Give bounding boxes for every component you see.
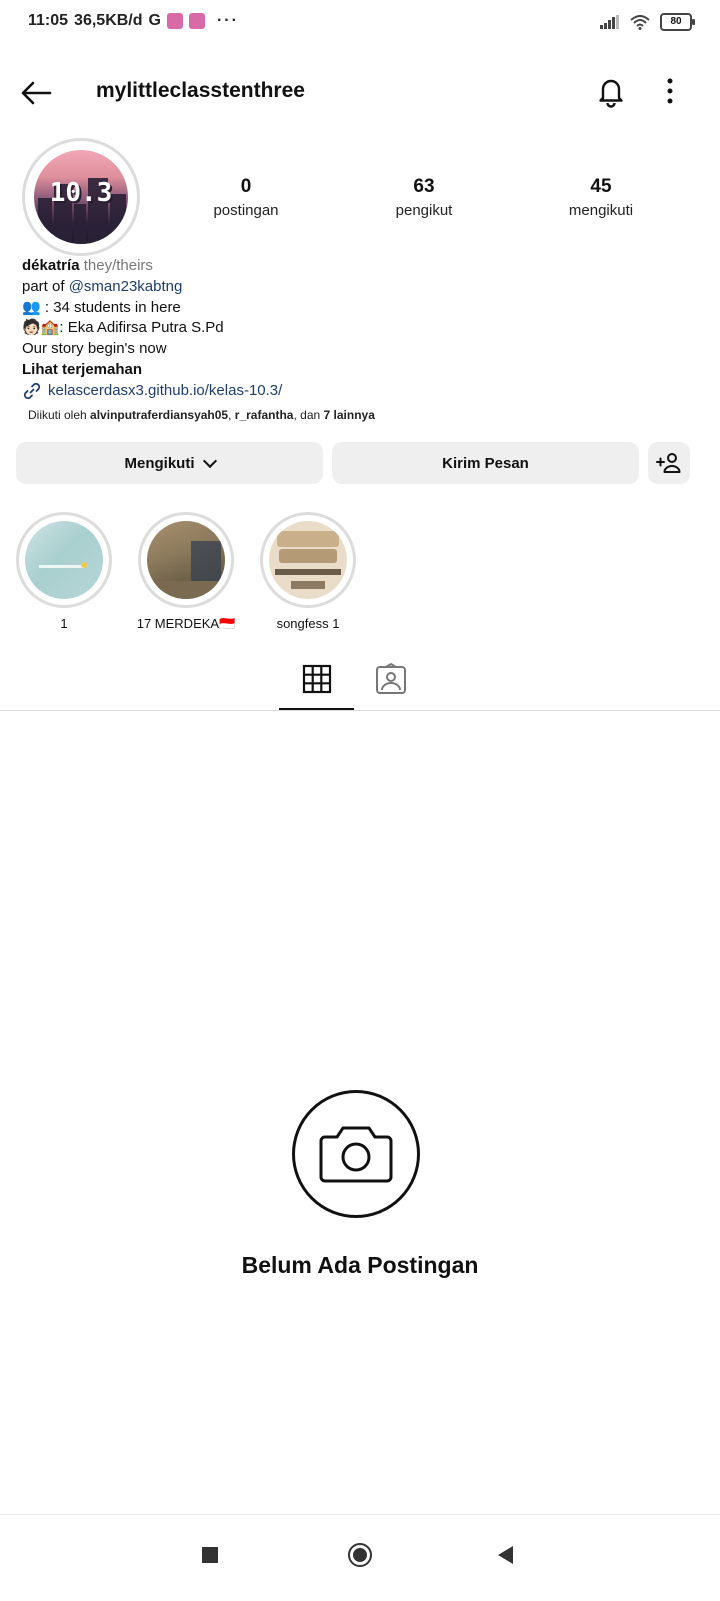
stat-posts: 0 postingan — [176, 176, 316, 219]
top-bar: mylittleclasstenthree — [0, 62, 720, 122]
stat-following-count: 45 — [590, 176, 612, 197]
bio-students: : 34 students in here — [40, 298, 181, 316]
app-notification-icon — [188, 13, 205, 29]
followed-by[interactable]: Diikuti oleh alvinputraferdiansyah05, r_… — [28, 408, 375, 422]
more-options-button[interactable] — [660, 74, 680, 108]
tab-posts-grid[interactable] — [280, 662, 354, 710]
tab-tagged[interactable] — [354, 662, 428, 710]
bell-icon — [599, 79, 623, 108]
bio-part-prefix: part of — [22, 277, 65, 295]
clock: 11:05 — [28, 12, 69, 29]
stat-followers-label: pengikut — [395, 202, 453, 219]
system-nav-bar — [0, 1514, 720, 1601]
display-name: dékatría — [22, 257, 80, 274]
stat-followers-count: 63 — [413, 176, 435, 197]
google-icon: G — [148, 12, 161, 29]
followed-others: 7 lainnya — [323, 408, 375, 422]
avatar-image: 10.3 — [34, 150, 128, 244]
following-label: Mengikuti — [124, 454, 195, 472]
status-right: 80 — [600, 13, 695, 31]
empty-state-title: Belum Ada Postingan — [241, 1252, 479, 1278]
chevron-down-icon — [202, 453, 217, 469]
profile-username: mylittleclasstenthree — [96, 79, 305, 102]
highlight-item[interactable]: 17 MERDEKA🇮🇩 — [136, 512, 236, 632]
avatar-label: 10.3 — [49, 178, 113, 208]
suggest-users-button[interactable] — [648, 442, 690, 484]
recents-button[interactable] — [202, 1547, 218, 1563]
bio-teacher: : Eka Adifirsa Putra S.Pd — [59, 319, 224, 337]
back-arrow-icon — [21, 81, 52, 105]
highlight-cover — [25, 521, 103, 599]
camera-icon — [319, 1126, 393, 1183]
highlight-item[interactable]: songfess 1 — [258, 512, 358, 631]
following-button[interactable]: Mengikuti — [16, 442, 323, 484]
tabs-divider — [0, 710, 720, 711]
more-vertical-icon — [667, 78, 673, 104]
stat-following[interactable]: 45 mengikuti — [531, 176, 671, 219]
followed-prefix: Diikuti oleh — [28, 408, 87, 422]
stat-following-label: mengikuti — [568, 202, 634, 219]
battery-icon: 80 — [660, 13, 695, 31]
highlight-cover — [269, 521, 347, 599]
stat-posts-count: 0 — [240, 176, 252, 197]
status-left: 11:05 36,5KB/d G ··· — [28, 12, 239, 30]
add-person-icon — [656, 453, 681, 473]
pronouns: they/theirs — [83, 257, 153, 274]
grid-icon — [302, 664, 332, 694]
followed-user-2: r_rafantha — [234, 408, 294, 422]
followed-user-1: alvinputraferdiansyah05 — [90, 408, 229, 422]
teacher-emoji: 🧑🏻🏫 — [22, 319, 60, 337]
empty-state-camera — [292, 1090, 420, 1218]
back-button[interactable] — [20, 76, 54, 110]
students-emoji: 👥 — [22, 298, 41, 316]
app-notification-icon — [166, 13, 183, 29]
bio-mention-link[interactable]: @sman23kabtng — [69, 278, 183, 295]
status-bar: 11:05 36,5KB/d G ··· 80 — [0, 0, 720, 46]
more-notifications-icon: ··· — [216, 12, 239, 29]
highlight-label: songfess 1 — [276, 616, 340, 631]
network-speed: 36,5KB/d — [74, 12, 143, 29]
send-message-button[interactable]: Kirim Pesan — [332, 442, 639, 484]
highlight-label: 17 MERDEKA🇮🇩 — [136, 616, 236, 631]
followed-sep: , — [228, 408, 232, 422]
link-icon — [23, 383, 41, 400]
highlight-cover — [147, 521, 225, 599]
tagged-icon — [376, 662, 406, 694]
followed-and: , dan — [293, 408, 321, 422]
stat-posts-label: postingan — [213, 202, 279, 219]
highlight-item[interactable]: 1 — [14, 512, 114, 631]
notifications-button[interactable] — [594, 74, 628, 108]
stat-followers[interactable]: 63 pengikut — [354, 176, 494, 219]
message-label: Kirim Pesan — [442, 454, 529, 472]
profile-website-link[interactable]: kelascerdasx3.github.io/kelas-10.3/ — [48, 381, 282, 402]
highlight-ring — [260, 512, 356, 608]
bio-story: Our story begin's now — [22, 340, 167, 358]
system-back-button[interactable] — [498, 1546, 513, 1564]
highlight-ring — [138, 512, 234, 608]
highlight-label: 1 — [60, 616, 68, 631]
home-button[interactable] — [348, 1543, 372, 1567]
profile-avatar[interactable]: 10.3 — [22, 138, 140, 256]
see-translation-link[interactable]: Lihat terjemahan — [22, 361, 142, 378]
highlight-ring — [16, 512, 112, 608]
signal-icon — [600, 15, 619, 29]
wifi-icon — [630, 14, 650, 30]
profile-bio: dékatría they/theirs part of @sman23kabt… — [22, 256, 702, 402]
